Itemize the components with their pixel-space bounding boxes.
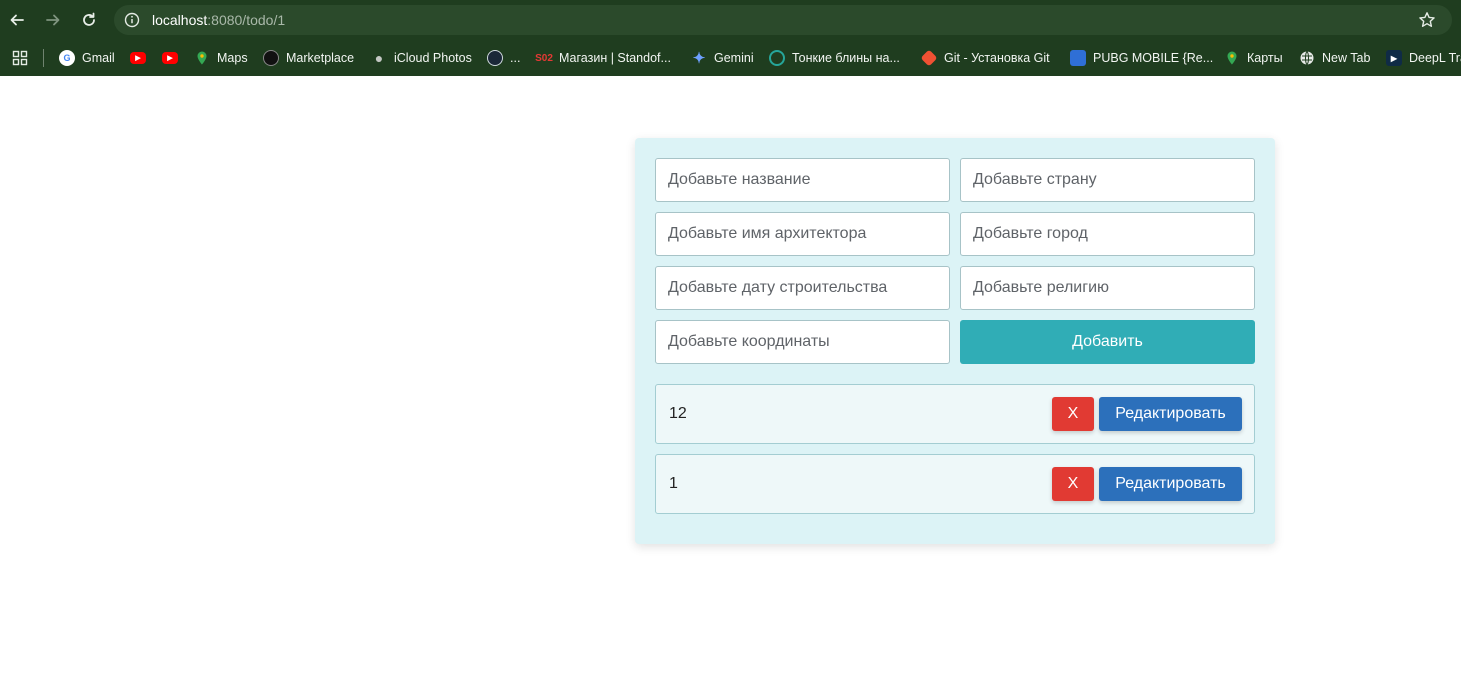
forward-button[interactable] bbox=[41, 8, 65, 32]
bookmark-label: Git - Установка Git bbox=[944, 51, 1050, 65]
steam-icon bbox=[487, 50, 503, 66]
google-icon: G bbox=[59, 50, 75, 66]
bookmark-label: Магазин | Standof... bbox=[559, 51, 671, 65]
edit-button[interactable]: Редактировать bbox=[1099, 467, 1242, 501]
bookmark-label: ... bbox=[510, 51, 521, 65]
bookmark-standoff[interactable]: S02 Магазин | Standof... bbox=[535, 48, 671, 68]
bookmark-bliny[interactable]: Тонкие блины на... bbox=[769, 48, 900, 68]
architect-input[interactable] bbox=[655, 212, 950, 256]
deepl-icon: ▶ bbox=[1386, 50, 1402, 66]
git-icon bbox=[920, 49, 938, 67]
edit-button[interactable]: Редактировать bbox=[1099, 397, 1242, 431]
bookmark-gemini[interactable]: ✦ Gemini bbox=[691, 48, 754, 68]
apps-grid-icon[interactable] bbox=[12, 50, 28, 66]
bookmark-label: Карты bbox=[1247, 51, 1283, 65]
list-item: 12 X Редактировать bbox=[655, 384, 1255, 444]
gemini-icon: ✦ bbox=[692, 50, 706, 67]
bookmarks-bar: G Gmail ▶ ▶ Maps Marketplace ● iCloud Ph… bbox=[0, 40, 1461, 76]
delete-button[interactable]: X bbox=[1052, 467, 1094, 501]
bookmark-youtube-2[interactable]: ▶ bbox=[162, 48, 185, 68]
youtube-icon: ▶ bbox=[130, 52, 146, 64]
religion-input[interactable] bbox=[960, 266, 1255, 310]
bookmark-youtube-1[interactable]: ▶ bbox=[130, 48, 153, 68]
bookmark-label: iCloud Photos bbox=[394, 51, 472, 65]
bookmark-label: Тонкие блины на... bbox=[792, 51, 900, 65]
bookmark-label: New Tab bbox=[1322, 51, 1371, 65]
todo-card: Добавить 12 X Редактировать 1 X Редактир… bbox=[635, 138, 1275, 544]
title-input[interactable] bbox=[655, 158, 950, 202]
bookmark-git[interactable]: Git - Установка Git bbox=[920, 48, 1050, 68]
bookmark-marketplace[interactable]: Marketplace bbox=[263, 48, 354, 68]
bookmark-deepl[interactable]: ▶ DeepL Tra bbox=[1386, 48, 1461, 68]
maps-pin-icon bbox=[1227, 51, 1237, 65]
bookmark-new-tab[interactable]: New Tab bbox=[1299, 48, 1370, 68]
globe-icon bbox=[1300, 51, 1314, 65]
url-path: :8080/todo/1 bbox=[207, 12, 286, 28]
bookmark-star-icon[interactable] bbox=[1418, 11, 1436, 29]
reload-button[interactable] bbox=[77, 8, 101, 32]
site-info-icon[interactable] bbox=[124, 12, 140, 28]
bookmark-label: PUBG MOBILE {Re... bbox=[1093, 51, 1214, 65]
bookmark-label: Gmail bbox=[82, 51, 115, 65]
city-input[interactable] bbox=[960, 212, 1255, 256]
item-title: 1 bbox=[669, 475, 678, 492]
reload-icon bbox=[83, 12, 95, 26]
url-text[interactable]: localhost:8080/todo/1 bbox=[152, 12, 285, 28]
coordinates-input[interactable] bbox=[655, 320, 950, 364]
so2-icon: S02 bbox=[535, 52, 553, 64]
bookmarks-separator bbox=[43, 49, 44, 67]
back-button[interactable] bbox=[5, 8, 29, 32]
list-item: 1 X Редактировать bbox=[655, 454, 1255, 514]
bookmark-label: DeepL Tra bbox=[1409, 51, 1461, 65]
bookmark-gmail[interactable]: G Gmail bbox=[59, 48, 115, 68]
bookmark-label: Gemini bbox=[714, 51, 754, 65]
construction-date-input[interactable] bbox=[655, 266, 950, 310]
add-button[interactable]: Добавить bbox=[960, 320, 1255, 364]
country-input[interactable] bbox=[960, 158, 1255, 202]
url-host: localhost bbox=[152, 12, 208, 28]
bookmark-label: Maps bbox=[217, 51, 248, 65]
maps-pin-icon bbox=[197, 51, 207, 65]
item-title: 12 bbox=[669, 405, 687, 422]
bookmark-karty[interactable]: Карты bbox=[1224, 48, 1283, 68]
browser-toolbar: localhost:8080/todo/1 bbox=[0, 0, 1461, 40]
delete-button[interactable]: X bbox=[1052, 397, 1094, 431]
youtube-icon: ▶ bbox=[162, 52, 178, 64]
bookmark-maps[interactable]: Maps bbox=[194, 48, 248, 68]
bookmark-icloud-photos[interactable]: ● iCloud Photos bbox=[371, 48, 472, 68]
apple-icon: ● bbox=[374, 50, 384, 66]
forward-arrow-icon bbox=[46, 14, 60, 26]
pubg-icon bbox=[1070, 50, 1086, 66]
github-icon bbox=[263, 50, 279, 66]
swirl-icon bbox=[769, 50, 785, 66]
address-bar[interactable]: localhost:8080/todo/1 bbox=[114, 5, 1452, 35]
bookmark-pubg[interactable]: PUBG MOBILE {Re... bbox=[1070, 48, 1213, 68]
back-arrow-icon bbox=[10, 14, 24, 26]
bookmark-label: Marketplace bbox=[286, 51, 355, 65]
bookmark-steam[interactable]: ... bbox=[487, 48, 520, 68]
